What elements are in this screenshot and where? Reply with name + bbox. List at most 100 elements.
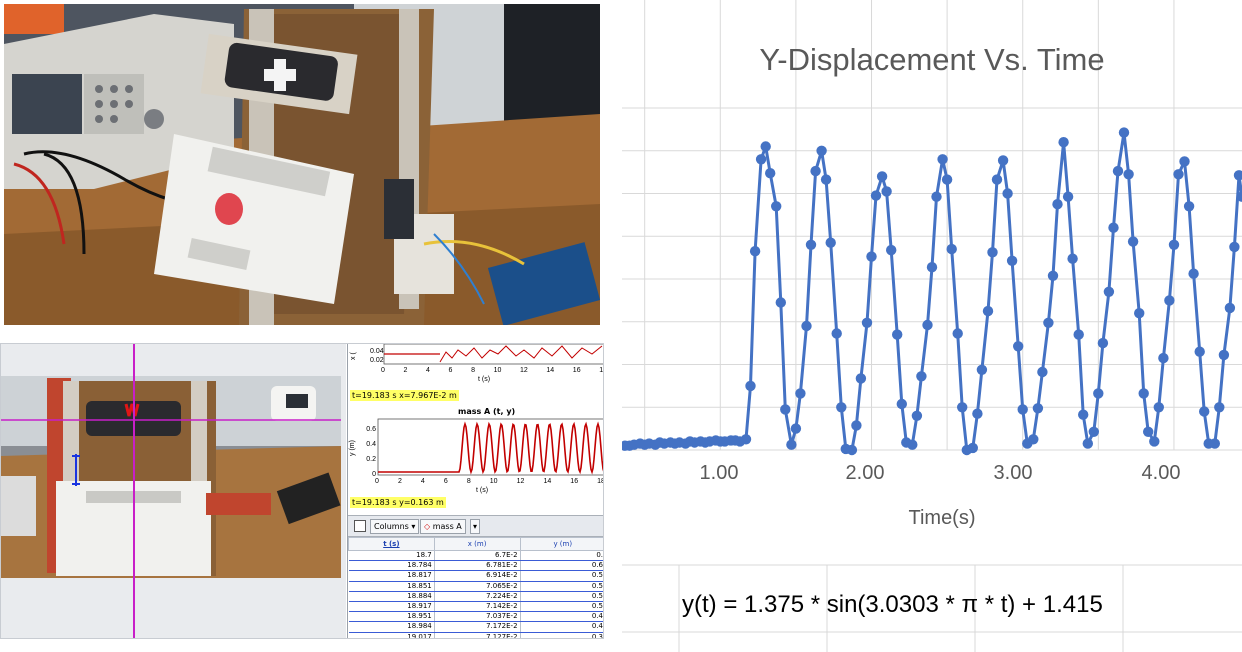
- data-point: [1149, 436, 1160, 447]
- data-point: [805, 239, 817, 250]
- data-point: [982, 305, 994, 317]
- top-plot-yticks: 0.04 0.02: [370, 348, 384, 364]
- data-point: [1067, 253, 1078, 264]
- column-header-x[interactable]: x (m): [433, 537, 521, 551]
- data-point: [801, 320, 812, 332]
- table-cell[interactable]: 6.781E-2: [434, 560, 521, 572]
- axis-line-vertical[interactable]: [133, 344, 135, 638]
- table-cell[interactable]: 0.3: [520, 632, 603, 638]
- table-cell[interactable]: 0.4: [520, 621, 603, 633]
- y-position-plot[interactable]: [348, 418, 604, 478]
- table-cell[interactable]: 18.851: [348, 581, 435, 592]
- data-point: [795, 388, 806, 399]
- table-cell[interactable]: 7.065E-2: [434, 581, 521, 592]
- data-table[interactable]: t (s) x (m) y (m) 18.7 6.7E-2 0. 18.784 6.78…: [348, 537, 603, 638]
- table-cell[interactable]: 0.5: [520, 570, 603, 582]
- video-pane: [1, 344, 346, 638]
- table-row[interactable]: 19.017 7.127E-2 0.3: [348, 632, 603, 638]
- table-cell[interactable]: 0.6: [520, 560, 603, 572]
- column-header-t[interactable]: t (s): [348, 537, 435, 551]
- data-point: [851, 420, 862, 431]
- data-point: [987, 247, 998, 258]
- table-cell[interactable]: 0.5: [520, 581, 603, 592]
- data-point: [1103, 286, 1115, 297]
- columns-dropdown[interactable]: Columns ▾: [370, 519, 420, 534]
- data-point: [922, 319, 933, 331]
- table-cell[interactable]: 18.817: [348, 570, 435, 582]
- data-point: [1062, 191, 1074, 202]
- table-row[interactable]: 18.917 7.142E-2 0.5: [348, 601, 603, 613]
- data-point: [1153, 402, 1164, 413]
- data-point: [810, 165, 821, 177]
- data-point: [1112, 165, 1124, 177]
- data-point: [907, 439, 918, 450]
- data-point: [820, 174, 832, 185]
- table-cell[interactable]: 7.037E-2: [434, 611, 521, 623]
- table-cell[interactable]: 0.5: [520, 591, 603, 602]
- data-point: [1188, 268, 1199, 279]
- table-cell[interactable]: 19.017: [348, 632, 435, 638]
- chevron-down-icon: ▾: [411, 522, 416, 531]
- table-cell[interactable]: 7.224E-2: [434, 591, 521, 602]
- bottom-plot-xlabel: t (s): [476, 487, 489, 494]
- table-cell[interactable]: 7.172E-2: [434, 621, 521, 633]
- data-point: [881, 186, 892, 197]
- table-row[interactable]: 18.7 6.7E-2 0.: [348, 550, 603, 562]
- data-point: [760, 141, 771, 152]
- data-point: [1078, 409, 1089, 420]
- data-point: [749, 246, 761, 257]
- table-cell[interactable]: 6.7E-2: [434, 550, 521, 562]
- top-plot-readout: t=19.183 s x=7.967E-2 m: [350, 390, 459, 401]
- data-point: [957, 402, 968, 413]
- table-cell[interactable]: 18.784: [348, 560, 435, 572]
- track-selector[interactable]: ◇ mass A: [420, 519, 466, 534]
- table-cell[interactable]: 18.7: [348, 550, 435, 562]
- table-cell[interactable]: 18.917: [348, 601, 435, 613]
- table-cell[interactable]: 18.951: [348, 611, 435, 623]
- data-point: [1118, 127, 1130, 138]
- table-row[interactable]: 18.784 6.781E-2 0.6: [348, 560, 603, 572]
- table-cell[interactable]: 18.984: [348, 621, 435, 633]
- column-header-y[interactable]: y (m): [519, 537, 603, 551]
- fit-equation: y(t) = 1.375 * sin(3.0303 * π * t) + 1.4…: [682, 591, 1103, 618]
- data-point: [1143, 426, 1154, 437]
- data-point: [1088, 426, 1099, 437]
- data-point: [1194, 346, 1205, 357]
- data-point: [831, 328, 842, 339]
- table-row[interactable]: 18.884 7.224E-2 0.5: [348, 591, 603, 602]
- table-cell[interactable]: 0.4: [520, 611, 603, 623]
- table-cell[interactable]: 7.127E-2: [434, 632, 521, 638]
- data-point: [1168, 239, 1180, 250]
- data-point: [1093, 388, 1104, 399]
- table-cell[interactable]: 0.5: [520, 601, 603, 613]
- data-point: [972, 408, 983, 419]
- x-axis-label: Time(s): [908, 507, 976, 529]
- table-row[interactable]: 18.817 6.914E-2 0.5: [348, 570, 603, 582]
- data-point: [1134, 308, 1145, 319]
- data-point: [1158, 352, 1169, 364]
- table-icon[interactable]: [354, 520, 366, 532]
- table-cell[interactable]: 0.: [520, 550, 603, 562]
- table-row[interactable]: 18.851 7.065E-2 0.5: [348, 581, 603, 592]
- table-row[interactable]: 18.951 7.037E-2 0.4: [348, 611, 603, 623]
- data-point: [1138, 388, 1149, 399]
- data-point: [886, 244, 897, 256]
- video-frame[interactable]: [1, 376, 341, 578]
- data-point: [941, 174, 953, 185]
- data-point: [740, 434, 752, 445]
- data-point: [911, 410, 923, 421]
- plots-pane: x ( 0.04 0.02 024681012141618 t (s) t=19…: [347, 344, 604, 638]
- data-point: [1173, 169, 1184, 180]
- table-cell[interactable]: 6.914E-2: [434, 570, 521, 582]
- data-point: [896, 398, 907, 410]
- data-point: [1006, 255, 1018, 266]
- table-cell[interactable]: 18.884: [348, 591, 435, 602]
- data-point: [1229, 241, 1240, 253]
- top-plot-xticks: 024681012141618: [381, 367, 604, 374]
- data-point: [765, 168, 776, 179]
- data-point: [775, 297, 786, 308]
- table-row[interactable]: 18.984 7.172E-2 0.4: [348, 621, 603, 633]
- table-cell[interactable]: 7.142E-2: [434, 601, 521, 613]
- track-dropdown-button[interactable]: ▾: [470, 519, 481, 534]
- data-point: [926, 262, 938, 273]
